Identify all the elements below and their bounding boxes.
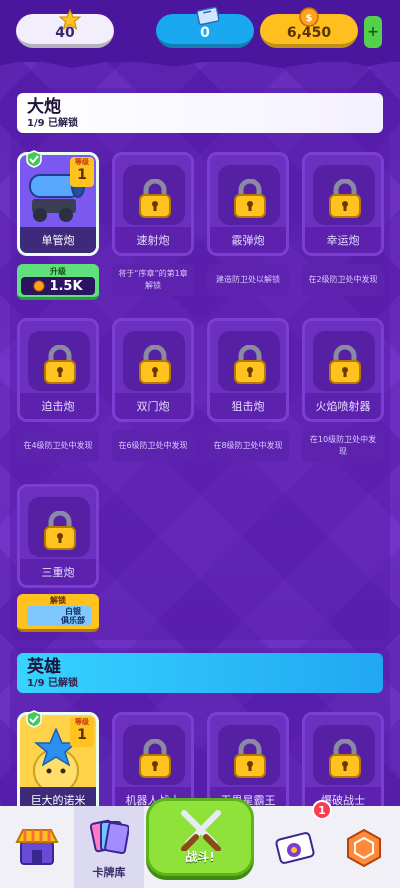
card-name: 三重炮 <box>20 559 96 585</box>
card-flamethrower[interactable]: 火焰喷射器 <box>302 318 384 422</box>
check-icon <box>26 150 42 168</box>
upgrade-cost-value: 1.5K <box>49 278 83 294</box>
unlock-button[interactable]: 解锁 白银 俱乐部 <box>17 594 99 632</box>
star-icon <box>58 8 82 36</box>
section-progress: 1/9 已解锁 <box>27 678 79 689</box>
upgrade-cost: 1.5K <box>21 277 95 295</box>
silver-club-ticket: 白银 俱乐部 <box>27 606 91 626</box>
lock-icon <box>139 179 171 218</box>
card-sniper-cannon[interactable]: 狙击炮 <box>207 318 289 422</box>
cannon-section-header: 大炮 1/9 已解锁 <box>17 93 383 133</box>
rank-value: 1 <box>77 167 87 183</box>
card-name: 速射炮 <box>115 227 191 253</box>
unlock-hint: 在8级防卫处中发现 <box>207 430 289 462</box>
lock-icon <box>234 179 266 218</box>
card-name: 狙击炮 <box>210 393 286 419</box>
upgrade-button[interactable]: 升级 1.5K <box>17 264 99 300</box>
unlock-hint: 在6级防卫处中发现 <box>112 430 194 462</box>
upgrade-label: 升级 <box>50 267 66 276</box>
battle-button[interactable]: 战斗! <box>146 798 254 876</box>
unlock-label: 解锁 <box>50 596 66 605</box>
card-name: 火焰喷射器 <box>305 393 381 419</box>
coin-icon <box>33 280 45 292</box>
card-rapid-cannon[interactable]: 速射炮 <box>112 152 194 256</box>
add-coins-button[interactable]: + <box>364 16 382 48</box>
silver-club-text: 白银 俱乐部 <box>61 607 85 625</box>
section-title: 大炮 <box>27 97 61 117</box>
unlock-hint: 在4级防卫处中发现 <box>17 430 99 462</box>
unlock-hint: 建造防卫处以解锁 <box>207 264 289 296</box>
card-shotgun-cannon[interactable]: 霰弹炮 <box>207 152 289 256</box>
unlock-hint: 在2级防卫处中发现 <box>302 264 384 296</box>
notification-badge: 1 <box>312 800 332 820</box>
svg-text:$: $ <box>306 13 313 24</box>
section-progress: 1/9 已解锁 <box>27 118 79 129</box>
nav-card-library[interactable]: 卡牌库 <box>74 806 144 888</box>
check-icon <box>26 710 42 728</box>
unlock-hint: 在10级防卫处中发现 <box>302 430 384 462</box>
nav-shop[interactable] <box>0 806 74 888</box>
rank-label: 等级 <box>75 718 89 726</box>
lock-icon <box>234 739 266 778</box>
cards-icon <box>89 819 129 855</box>
section-title: 英雄 <box>27 657 61 677</box>
lock-icon <box>44 511 76 550</box>
clan-badge-icon <box>347 828 381 868</box>
nav-clan[interactable] <box>334 806 394 888</box>
rank-badge: 等级 1 <box>70 717 94 747</box>
lock-icon <box>329 179 361 218</box>
hero-section-header: 英雄 1/9 已解锁 <box>17 653 383 693</box>
nav-card-library-label: 卡牌库 <box>92 866 126 879</box>
card-triple-cannon[interactable]: 三重炮 <box>17 484 99 588</box>
rank-badge: 等级 1 <box>70 157 94 187</box>
lock-icon <box>139 345 171 384</box>
crossed-swords-icon <box>181 810 221 851</box>
coin-icon: $ <box>298 6 320 32</box>
lock-icon <box>234 345 266 384</box>
rank-label: 等级 <box>75 158 89 166</box>
coins-counter[interactable]: $ 6,450 <box>260 7 358 48</box>
card-mortar[interactable]: 迫击炮 <box>17 318 99 422</box>
event-ticket-icon <box>275 832 315 864</box>
card-name: 幸运炮 <box>305 227 381 253</box>
card-name: 霰弹炮 <box>210 227 286 253</box>
rank-value: 1 <box>77 727 87 743</box>
card-lucky-cannon[interactable]: 幸运炮 <box>302 152 384 256</box>
lock-icon <box>139 739 171 778</box>
card-name: 迫击炮 <box>20 393 96 419</box>
card-demolition-warrior[interactable]: 爆破战士 <box>302 712 384 816</box>
lock-icon <box>44 345 76 384</box>
card-double-cannon[interactable]: 双门炮 <box>112 318 194 422</box>
lock-icon <box>329 345 361 384</box>
ticket-icon <box>196 6 220 30</box>
lock-icon <box>329 739 361 778</box>
battle-label: 战斗! <box>185 850 215 864</box>
card-name: 单管炮 <box>20 227 96 253</box>
plus-icon: + <box>367 24 379 40</box>
tickets-counter[interactable]: 0 <box>156 6 254 48</box>
shop-icon <box>15 829 59 865</box>
stars-counter[interactable]: 40 <box>16 8 114 48</box>
card-name: 双门炮 <box>115 393 191 419</box>
unlock-hint: 将于“序章”的第1章解锁 <box>112 264 194 296</box>
